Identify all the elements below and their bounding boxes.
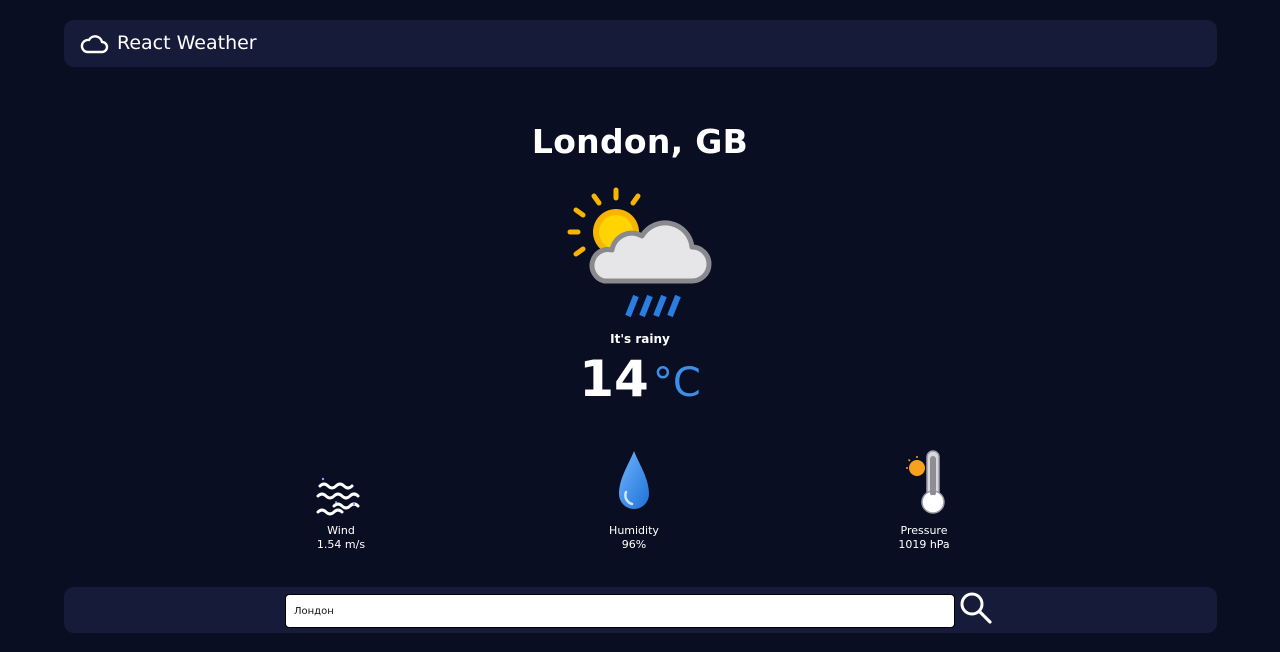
pressure-stat: Pressure 1019 hPa (844, 446, 1004, 552)
humidity-stat: Humidity 96% (554, 446, 714, 552)
sun-cloud-rain-icon (564, 184, 714, 322)
wind-label: Wind (327, 524, 355, 537)
search-button[interactable] (956, 591, 996, 629)
search-input[interactable] (285, 594, 955, 628)
city-name: London, GB (531, 122, 749, 161)
pressure-label: Pressure (900, 524, 948, 537)
search-bar (64, 587, 1217, 633)
water-drop-icon (599, 446, 669, 516)
search-icon (959, 591, 993, 629)
pressure-value: 1019 hPa (898, 538, 950, 551)
wind-stat: Wind 1.54 m/s (261, 446, 421, 552)
app-header: React Weather (64, 20, 1217, 67)
temperature-value: 14 (579, 350, 649, 408)
humidity-label: Humidity (609, 524, 659, 537)
app-title: React Weather (117, 32, 257, 54)
wind-value: 1.54 m/s (316, 538, 366, 551)
thermometer-icon (889, 446, 959, 516)
temperature: 14 °C (0, 350, 1280, 408)
wind-icon (306, 446, 376, 516)
cloud-icon (79, 20, 109, 67)
temperature-unit: °C (652, 360, 701, 406)
weather-condition: It's rainy (610, 332, 670, 346)
humidity-value: 96% (621, 538, 647, 551)
